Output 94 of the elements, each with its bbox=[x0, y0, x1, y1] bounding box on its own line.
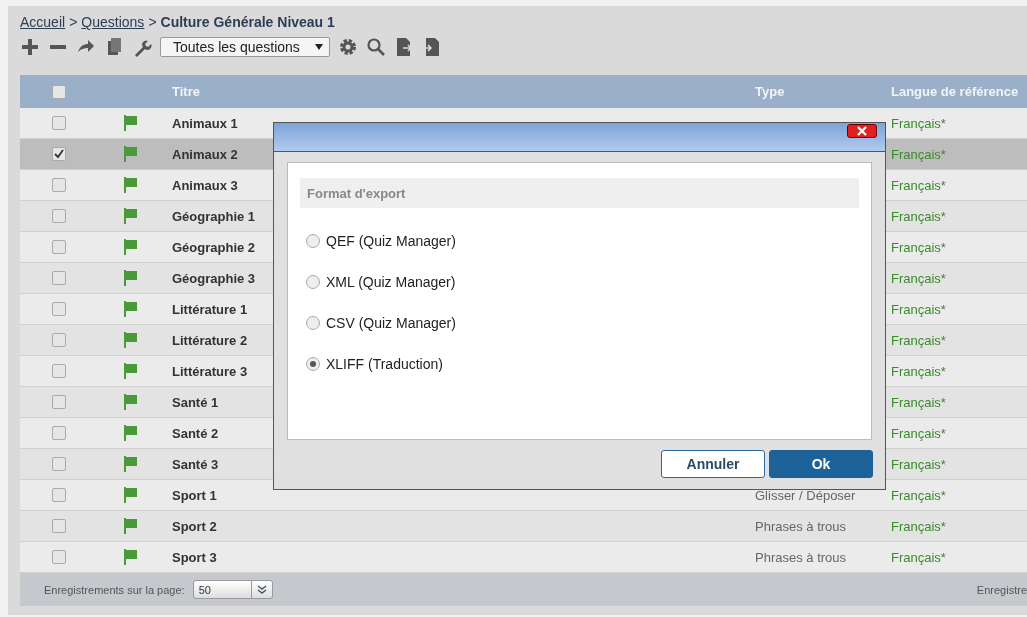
reference-language: Français* bbox=[891, 425, 947, 441]
format-option[interactable]: CSV (Quiz Manager) bbox=[300, 302, 859, 343]
reference-language: Français* bbox=[891, 301, 947, 317]
breadcrumb-link[interactable]: Accueil bbox=[20, 14, 66, 30]
flag-icon bbox=[121, 548, 139, 566]
row-checkbox[interactable] bbox=[52, 302, 66, 316]
question-title: Littérature 1 bbox=[171, 301, 248, 317]
add-icon[interactable] bbox=[20, 37, 40, 57]
reference-language: Français* bbox=[891, 394, 947, 410]
breadcrumb-link[interactable]: Questions bbox=[81, 14, 145, 30]
reference-language: Français* bbox=[891, 115, 947, 131]
flag-icon bbox=[121, 362, 139, 380]
question-title: Santé 2 bbox=[171, 425, 219, 441]
ok-button[interactable]: Ok bbox=[769, 450, 873, 478]
select-all-checkbox[interactable] bbox=[52, 84, 66, 99]
question-title: Sport 2 bbox=[171, 518, 217, 534]
row-checkbox[interactable] bbox=[52, 178, 66, 192]
question-title: Littérature 3 bbox=[171, 363, 248, 379]
row-checkbox[interactable] bbox=[52, 240, 66, 254]
flag-icon bbox=[121, 517, 139, 535]
breadcrumb-separator: > bbox=[148, 14, 157, 30]
flag-icon bbox=[121, 145, 139, 163]
double-chevron-icon bbox=[256, 584, 267, 595]
flag-icon bbox=[121, 393, 139, 411]
cancel-button[interactable]: Annuler bbox=[661, 450, 765, 478]
reference-language: Français* bbox=[891, 456, 947, 472]
question-title: Sport 3 bbox=[171, 549, 217, 565]
row-checkbox[interactable] bbox=[52, 395, 66, 409]
question-title: Santé 1 bbox=[171, 394, 219, 410]
question-title: Animaux 2 bbox=[171, 146, 238, 162]
flag-icon bbox=[121, 300, 139, 318]
page-size-label: Enregistrements sur la page: bbox=[44, 583, 185, 596]
records-text: Enregistre bbox=[976, 583, 1027, 596]
question-title: Sport 1 bbox=[171, 487, 217, 503]
table-row[interactable]: Sport 2 Phrases à trous Français* bbox=[20, 511, 1027, 542]
flag-icon bbox=[121, 114, 139, 132]
check-icon bbox=[54, 149, 64, 159]
reference-language: Français* bbox=[891, 146, 947, 162]
row-checkbox[interactable] bbox=[52, 550, 66, 564]
reference-language: Français* bbox=[891, 549, 947, 565]
question-title: Géographie 1 bbox=[171, 208, 256, 224]
row-checkbox[interactable] bbox=[52, 147, 66, 161]
page-size-select[interactable]: 50 bbox=[192, 580, 273, 599]
question-title: Géographie 3 bbox=[171, 270, 256, 286]
row-checkbox[interactable] bbox=[52, 457, 66, 471]
row-checkbox[interactable] bbox=[52, 333, 66, 347]
flag-icon bbox=[121, 455, 139, 473]
flag-icon bbox=[121, 424, 139, 442]
settings-icon[interactable] bbox=[338, 37, 358, 57]
question-type: Phrases à trous bbox=[755, 549, 848, 565]
radio-button[interactable] bbox=[306, 315, 320, 330]
breadcrumb-current: Culture Générale Niveau 1 bbox=[160, 14, 335, 30]
reference-language: Français* bbox=[891, 177, 947, 193]
flag-icon bbox=[121, 269, 139, 287]
search-icon[interactable] bbox=[366, 37, 386, 57]
reference-language: Français* bbox=[891, 363, 947, 379]
reference-language: Français* bbox=[891, 332, 947, 348]
format-option[interactable]: QEF (Quiz Manager) bbox=[300, 220, 859, 261]
row-checkbox[interactable] bbox=[52, 488, 66, 502]
radio-button[interactable] bbox=[306, 233, 320, 248]
flag-icon bbox=[121, 486, 139, 504]
reference-language: Français* bbox=[891, 487, 947, 503]
reference-language: Français* bbox=[891, 270, 947, 286]
format-option[interactable]: XLIFF (Traduction) bbox=[300, 343, 859, 384]
close-button[interactable] bbox=[847, 124, 877, 138]
close-icon bbox=[856, 126, 868, 136]
radio-button[interactable] bbox=[306, 274, 320, 289]
question-title: Animaux 1 bbox=[171, 115, 238, 131]
radio-button[interactable] bbox=[306, 356, 320, 371]
dropdown-arrow-icon bbox=[315, 44, 323, 50]
table-row[interactable]: Sport 3 Phrases à trous Français* bbox=[20, 542, 1027, 573]
flag-icon bbox=[121, 238, 139, 256]
question-type: Glisser / Déposer bbox=[755, 487, 857, 503]
question-title: Littérature 2 bbox=[171, 332, 248, 348]
flag-icon bbox=[121, 331, 139, 349]
row-checkbox[interactable] bbox=[52, 209, 66, 223]
question-type: Phrases à trous bbox=[755, 518, 848, 534]
breadcrumb-separator: > bbox=[69, 14, 78, 30]
flag-icon bbox=[121, 176, 139, 194]
question-title: Animaux 3 bbox=[171, 177, 238, 193]
row-checkbox[interactable] bbox=[52, 426, 66, 440]
row-checkbox[interactable] bbox=[52, 364, 66, 378]
reference-language: Français* bbox=[891, 518, 947, 534]
question-title: Géographie 2 bbox=[171, 239, 256, 255]
section-title: Format d'export bbox=[300, 178, 859, 208]
question-title: Santé 3 bbox=[171, 456, 219, 472]
row-checkbox[interactable] bbox=[52, 519, 66, 533]
format-option[interactable]: XML (Quiz Manager) bbox=[300, 261, 859, 302]
row-checkbox[interactable] bbox=[52, 271, 66, 285]
filter-select[interactable]: Toutes les questions bbox=[160, 37, 330, 57]
reference-language: Français* bbox=[891, 208, 947, 224]
flag-icon bbox=[121, 207, 139, 225]
row-checkbox[interactable] bbox=[52, 116, 66, 130]
reference-language: Français* bbox=[891, 239, 947, 255]
